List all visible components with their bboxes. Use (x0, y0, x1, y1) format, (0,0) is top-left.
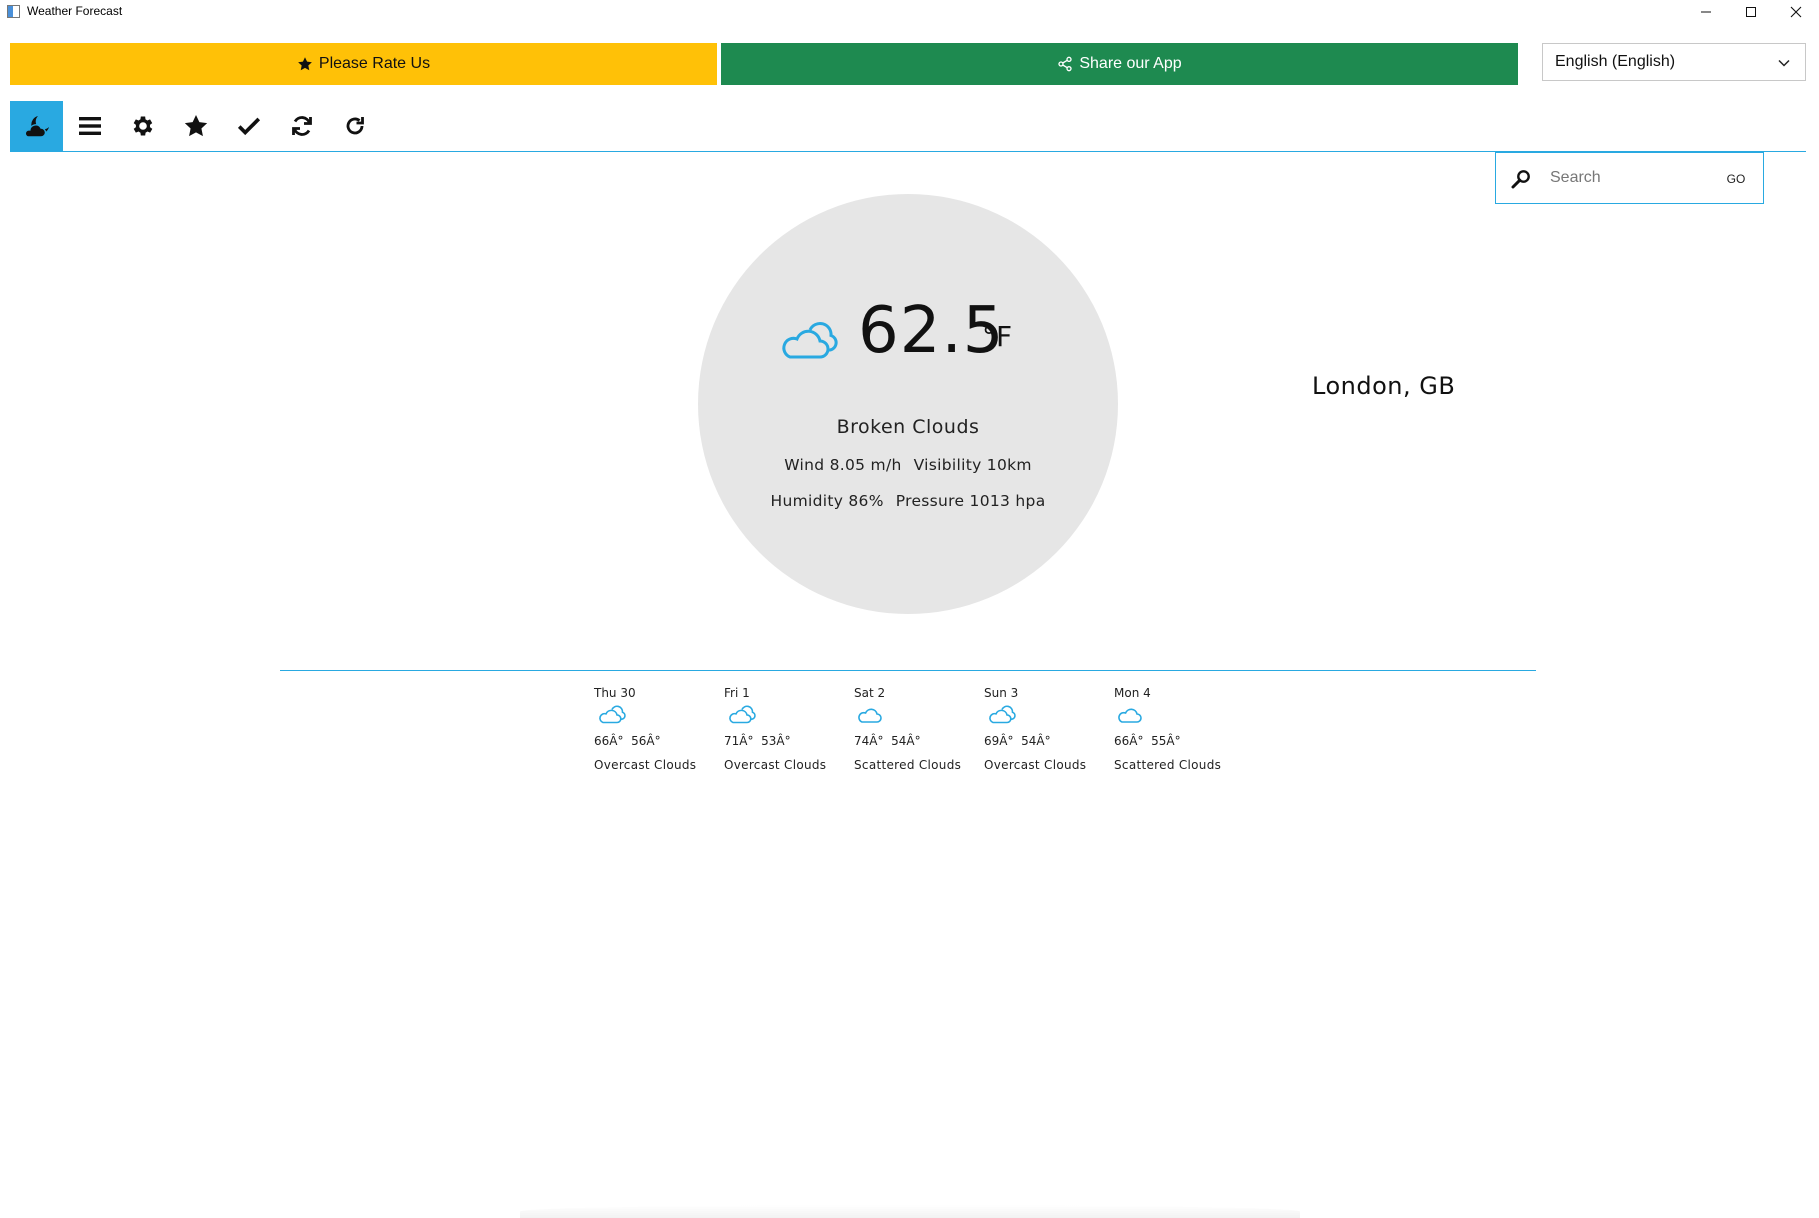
toolbar-check-button[interactable] (222, 101, 275, 151)
forecast-day: Sat 2 74Â° 54Â° Scattered Clouds (854, 684, 984, 774)
forecast-day-name: Fri 1 (724, 686, 750, 700)
forecast-day-name: Sat 2 (854, 686, 886, 700)
broken-clouds-icon (782, 321, 838, 359)
language-select[interactable]: English (English) (1542, 43, 1806, 81)
forecast-day: Sun 3 69Â° 54Â° Overcast Clouds (984, 684, 1114, 774)
close-button[interactable] (1773, 0, 1818, 23)
star-icon (298, 57, 312, 71)
refresh-icon (346, 117, 364, 135)
chevron-down-icon (1778, 59, 1790, 67)
search-icon (1511, 170, 1530, 189)
forecast-day: Fri 1 71Â° 53Â° Overcast Clouds (724, 684, 854, 774)
search-box: GO (1495, 152, 1764, 204)
forecast-temps: 71Â° 53Â° (724, 734, 791, 748)
forecast-description: Overcast Clouds (594, 758, 697, 772)
scattered-clouds-icon (1118, 708, 1142, 723)
menu-icon (78, 117, 101, 135)
forecast-description: Overcast Clouds (984, 758, 1087, 772)
wind-visibility-row: Wind 8.05 m/h Visibility 10km (698, 456, 1118, 474)
check-icon (237, 117, 260, 136)
location-label: London, GB (1312, 372, 1456, 400)
humidity-value: Humidity 86% (770, 492, 884, 510)
settings-gear-icon (133, 116, 152, 136)
overcast-clouds-icon (989, 705, 1016, 724)
toolbar-settings-button[interactable] (116, 101, 169, 151)
maximize-icon (1745, 6, 1756, 17)
search-input[interactable] (1550, 163, 1710, 193)
close-icon (1790, 6, 1801, 17)
forecast-temps: 66Â° 56Â° (594, 734, 661, 748)
search-go-button[interactable]: GO (1718, 167, 1754, 191)
pressure-value: Pressure 1013 hpa (895, 492, 1046, 510)
rate-us-label: Please Rate Us (318, 55, 431, 72)
forecast-divider (280, 670, 1536, 671)
visibility-value: Visibility 10km (913, 456, 1032, 474)
current-weather-panel: 62.5 °F Broken Clouds Wind 8.05 m/h Visi… (698, 194, 1118, 614)
scattered-clouds-icon (858, 708, 882, 723)
share-icon (1058, 56, 1073, 72)
toolbar-favorites-button[interactable] (169, 101, 222, 151)
forecast-day-name: Thu 30 (594, 686, 636, 700)
share-app-label: Share our App (1079, 55, 1182, 72)
forecast-day: Mon 4 66Â° 55Â° Scattered Clouds (1114, 684, 1244, 774)
language-selected-value: English (English) (1555, 53, 1676, 70)
humidity-pressure-row: Humidity 86% Pressure 1013 hpa (698, 492, 1118, 510)
title-bar: Weather Forecast (0, 0, 1819, 23)
forecast-list: Thu 30 66Â° 56Â° Overcast Clouds Fri 1 7… (594, 684, 1244, 774)
rate-us-button[interactable]: Please Rate Us (10, 43, 717, 85)
forecast-day: Thu 30 66Â° 56Â° Overcast Clouds (594, 684, 724, 774)
overcast-clouds-icon (729, 705, 756, 724)
app-icon (7, 5, 20, 18)
toolbar-menu-button[interactable] (63, 101, 116, 151)
toolbar-sync-button[interactable] (275, 101, 328, 151)
forecast-day-name: Mon 4 (1114, 686, 1151, 700)
sync-icon (291, 116, 312, 136)
bottom-shadow (520, 1205, 1300, 1218)
maximize-button[interactable] (1728, 0, 1773, 23)
main-toolbar (10, 101, 381, 151)
forecast-day-name: Sun 3 (984, 686, 1019, 700)
forecast-temps: 74Â° 54Â° (854, 734, 921, 748)
forecast-description: Overcast Clouds (724, 758, 827, 772)
temperature-unit: °F (982, 320, 1013, 353)
overcast-clouds-icon (599, 705, 626, 724)
share-app-button[interactable]: Share our App (721, 43, 1518, 85)
toolbar-refresh-button[interactable] (328, 101, 381, 151)
forecast-description: Scattered Clouds (854, 758, 962, 772)
forecast-temps: 66Â° 55Â° (1114, 734, 1181, 748)
forecast-temps: 69Â° 54Â° (984, 734, 1051, 748)
wind-value: Wind 8.05 m/h (784, 456, 902, 474)
forecast-description: Scattered Clouds (1114, 758, 1222, 772)
current-condition: Broken Clouds (836, 416, 980, 438)
toolbar-weather-button[interactable] (10, 101, 63, 151)
weather-moon-cloud-icon (24, 116, 49, 138)
star-icon (184, 114, 207, 137)
window-title: Weather Forecast (27, 4, 123, 18)
minimize-button[interactable] (1683, 0, 1728, 23)
minimize-icon (1700, 11, 1711, 12)
